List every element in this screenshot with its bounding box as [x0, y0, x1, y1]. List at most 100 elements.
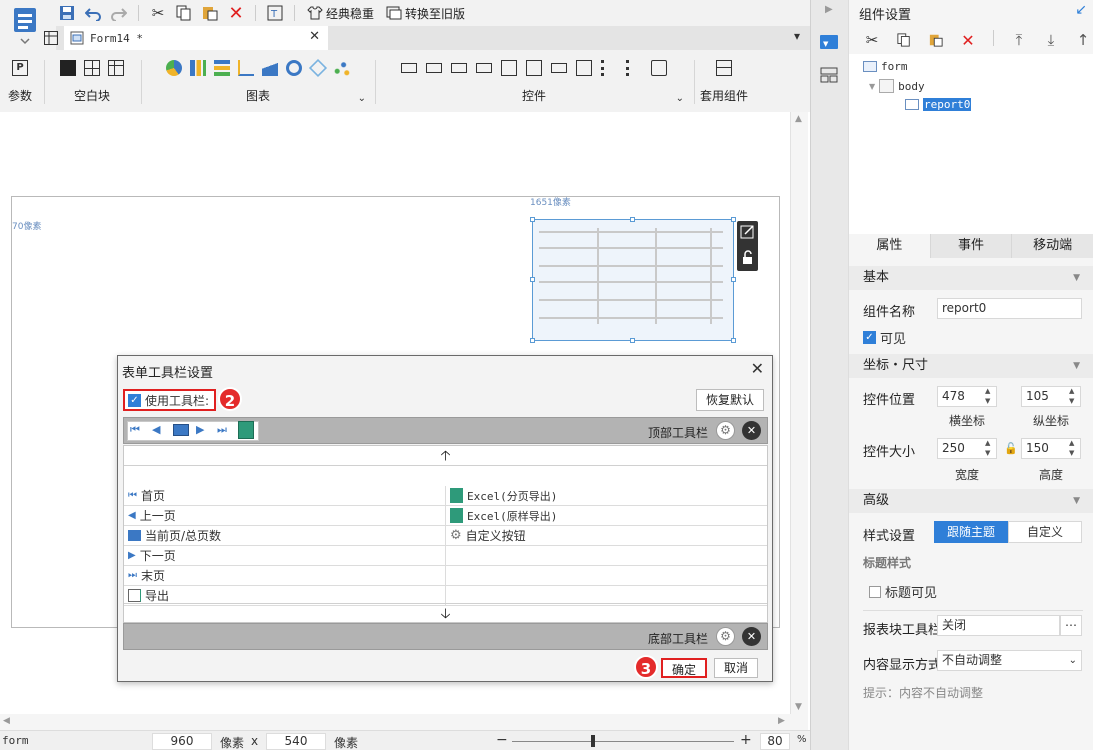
aspect-lock-icon[interactable]: 🔓: [1004, 442, 1018, 455]
horizontal-scrollbar[interactable]: ◀ ▶: [0, 714, 808, 730]
resize-handle[interactable]: [731, 338, 736, 343]
area-chart-icon[interactable]: [262, 60, 278, 76]
absolute-layout-icon[interactable]: [84, 60, 100, 76]
save-icon[interactable]: [56, 3, 78, 23]
resize-handle[interactable]: [530, 217, 535, 222]
classic-theme-button[interactable]: 经典稳重: [303, 5, 378, 22]
edit-icon[interactable]: [740, 224, 755, 239]
radar-chart-icon[interactable]: [308, 58, 328, 78]
button-last-page[interactable]: ⏭ 末页: [124, 566, 445, 586]
button-excel-paged[interactable]: Excel(分页导出): [445, 486, 767, 506]
collapse-arrow-icon[interactable]: ▶: [825, 4, 833, 15]
list-widget-icon[interactable]: [576, 60, 592, 76]
move-up-icon[interactable]: ↑: [1072, 30, 1093, 50]
button-first-page[interactable]: ⏮ 首页: [124, 486, 445, 506]
remove-toolbar-icon[interactable]: ✕: [742, 627, 761, 646]
zoom-input[interactable]: 80: [760, 733, 790, 750]
line-chart-icon[interactable]: [238, 60, 254, 76]
collapse-icon[interactable]: ▼: [1073, 266, 1080, 290]
settings-gear-icon[interactable]: ⚙: [716, 627, 735, 646]
tree-node-report[interactable]: report0: [905, 98, 972, 111]
cancel-button[interactable]: 取消: [714, 658, 758, 678]
paste-icon[interactable]: [925, 30, 947, 50]
last-page-icon[interactable]: ⏭: [217, 423, 227, 437]
pin-panel-icon[interactable]: ↙: [1075, 2, 1087, 18]
top-toolbar-preview[interactable]: ⏮ ◀ ▶ ⏭ 顶部工具栏 ⚙ ✕: [123, 417, 768, 444]
search-widget-icon[interactable]: [651, 60, 667, 76]
redo-icon[interactable]: [108, 3, 130, 23]
next-page-icon[interactable]: ▶: [196, 423, 204, 436]
text-widget-icon[interactable]: [451, 63, 467, 73]
parameter-icon[interactable]: P: [12, 60, 28, 76]
tree-expand-icon[interactable]: ▼: [869, 82, 875, 91]
tab-menu-icon[interactable]: ▾: [794, 29, 800, 43]
delete-icon[interactable]: ✕: [957, 30, 979, 50]
prev-page-icon[interactable]: ◀: [152, 423, 160, 436]
gauge-chart-icon[interactable]: [286, 60, 302, 76]
tab-layout-icon[interactable]: [108, 60, 124, 76]
collapse-icon[interactable]: ▼: [1073, 489, 1080, 513]
button-page-count[interactable]: 当前页/总页数: [124, 526, 445, 546]
scroll-down-icon[interactable]: ▼: [795, 702, 802, 712]
resize-handle[interactable]: [530, 277, 535, 282]
tab-events[interactable]: 事件: [930, 234, 1013, 258]
label-widget-icon[interactable]: [426, 63, 442, 73]
move-up-arrow-icon[interactable]: 🡡: [124, 446, 767, 466]
collapse-icon[interactable]: ▼: [1073, 354, 1080, 378]
dropdown-widget-icon[interactable]: [476, 63, 492, 73]
resize-handle[interactable]: [630, 217, 635, 222]
tree-widget-icon[interactable]: [626, 60, 642, 76]
checkbox-group-icon[interactable]: [601, 60, 617, 76]
component-name-input[interactable]: report0: [937, 298, 1082, 319]
scroll-up-icon[interactable]: ▲: [795, 114, 802, 124]
vertical-scrollbar[interactable]: ▲ ▼: [790, 112, 808, 714]
button-excel-original[interactable]: Excel(原样导出): [445, 506, 767, 526]
widgets-expand-icon[interactable]: ⌄: [676, 93, 684, 104]
height-stepper-icon[interactable]: ▲ ▼: [1069, 438, 1081, 459]
move-bottom-icon[interactable]: ⤓: [1040, 30, 1062, 50]
zoom-in-icon[interactable]: +: [740, 732, 752, 748]
remove-toolbar-icon[interactable]: ✕: [742, 421, 761, 440]
app-logo-icon[interactable]: [12, 6, 38, 46]
canvas-height-input[interactable]: 540: [266, 733, 326, 750]
more-options-icon[interactable]: ⋯: [1060, 615, 1082, 636]
section-advanced[interactable]: 高级 ▼: [849, 489, 1093, 513]
zoom-slider-handle[interactable]: [591, 735, 595, 747]
resize-handle[interactable]: [630, 338, 635, 343]
cut-icon[interactable]: ✂: [861, 30, 883, 50]
y-stepper-icon[interactable]: ▲ ▼: [1069, 386, 1081, 407]
scroll-right-icon[interactable]: ▶: [778, 716, 785, 726]
copy-icon[interactable]: [173, 3, 195, 23]
delete-icon[interactable]: ✕: [225, 3, 247, 24]
charts-expand-icon[interactable]: ⌄: [358, 93, 366, 104]
paste-icon[interactable]: [199, 3, 221, 23]
section-basic[interactable]: 基本 ▼: [849, 266, 1093, 290]
x-stepper-icon[interactable]: ▲ ▼: [985, 386, 997, 407]
date-widget-icon[interactable]: [526, 60, 542, 76]
number-widget-icon[interactable]: [551, 63, 567, 73]
use-toolbar-checkbox[interactable]: ✓ 使用工具栏:: [123, 389, 216, 411]
button-widget-icon[interactable]: [401, 63, 417, 73]
bar-chart-icon[interactable]: [190, 60, 206, 76]
ok-button[interactable]: 确定: [661, 658, 707, 678]
style-custom-button[interactable]: 自定义: [1008, 521, 1082, 543]
unlock-icon[interactable]: [740, 250, 755, 265]
copy-icon[interactable]: [893, 30, 915, 50]
text-format-icon[interactable]: T: [264, 3, 286, 23]
horizontal-bar-chart-icon[interactable]: [214, 60, 230, 76]
content-display-select[interactable]: 不自动调整 ⌄: [937, 650, 1082, 671]
tree-node-body[interactable]: ▼ body: [869, 79, 925, 93]
move-top-icon[interactable]: ⤒: [1008, 30, 1030, 50]
scatter-chart-icon[interactable]: [334, 60, 350, 76]
move-down-arrow-icon[interactable]: 🡣: [124, 603, 767, 623]
page-count-icon[interactable]: [173, 424, 189, 436]
undo-icon[interactable]: [82, 3, 104, 23]
width-stepper-icon[interactable]: ▲ ▼: [985, 438, 997, 459]
document-tab[interactable]: Form14 * ✕: [44, 26, 328, 50]
button-custom[interactable]: ⚙ 自定义按钮: [445, 526, 767, 546]
cut-icon[interactable]: ✂: [147, 3, 169, 23]
resize-handle[interactable]: [731, 217, 736, 222]
resize-handle[interactable]: [530, 338, 535, 343]
restore-default-button[interactable]: 恢复默认: [696, 389, 764, 411]
scroll-left-icon[interactable]: ◀: [3, 716, 10, 726]
